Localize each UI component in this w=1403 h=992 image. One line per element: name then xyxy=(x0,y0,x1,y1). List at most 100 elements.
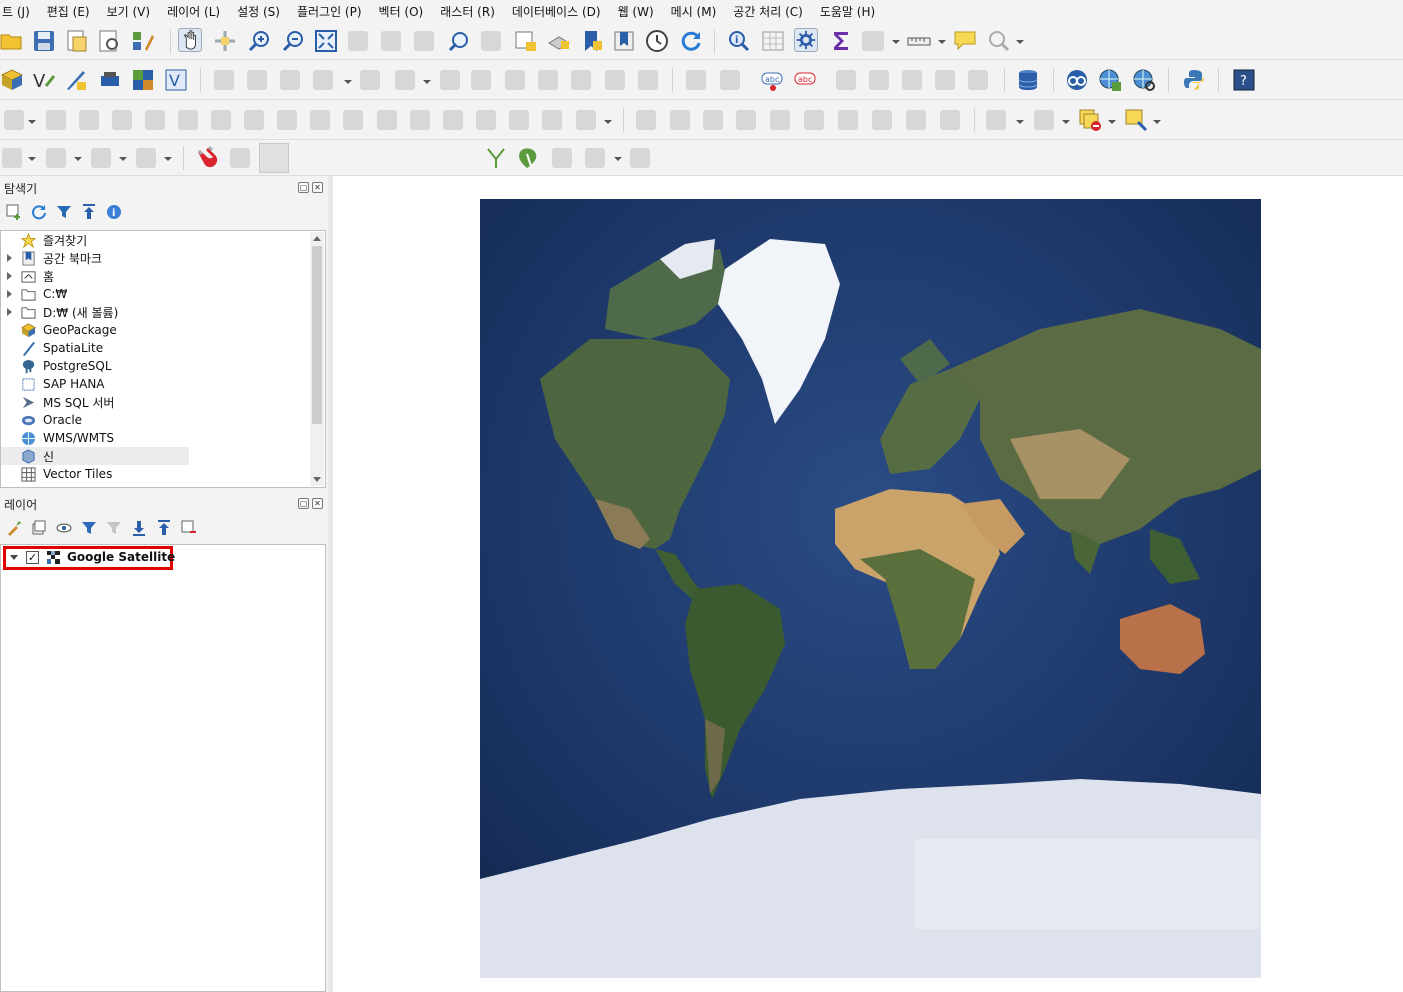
browser-item-spatial-bookmarks[interactable]: 공간 북마크 xyxy=(1,249,311,267)
show-hide-labels-icon[interactable] xyxy=(836,70,856,90)
highlight-pinned-labels-icon[interactable]: abc xyxy=(760,68,784,92)
topological-editing-icon[interactable] xyxy=(484,146,508,170)
data-source-manager-icon[interactable] xyxy=(0,68,24,92)
menu-processing[interactable]: 공간 처리 (C) xyxy=(733,3,803,20)
dropdown-arrow-icon[interactable] xyxy=(938,40,946,44)
dropdown-arrow-icon[interactable] xyxy=(74,157,82,161)
dropdown-arrow-icon[interactable] xyxy=(1016,120,1024,124)
menu-project[interactable]: 트 (J) xyxy=(2,3,30,20)
histogram-stretch-icon[interactable] xyxy=(670,110,690,130)
dropdown-arrow-icon[interactable] xyxy=(28,157,36,161)
toggle-editing-icon[interactable] xyxy=(214,70,234,90)
menu-layer[interactable]: 레이어 (L) xyxy=(167,3,220,20)
add-line-feature-icon[interactable] xyxy=(313,70,333,90)
help-contents-icon[interactable]: ? xyxy=(1232,68,1256,92)
browser-item-mssql[interactable]: MS SQL 서버 xyxy=(1,393,311,411)
browser-item-sap-hana[interactable]: SAP HANA xyxy=(1,375,311,393)
expand-arrow-icon[interactable] xyxy=(7,254,12,262)
refresh-browser-icon[interactable] xyxy=(31,204,47,220)
dropdown-arrow-icon[interactable] xyxy=(423,80,431,84)
zoom-full-icon[interactable] xyxy=(314,29,338,53)
menu-vector[interactable]: 벡터 (O) xyxy=(379,3,424,20)
undo-icon[interactable] xyxy=(605,70,625,90)
new-spatialite-layer-icon[interactable] xyxy=(64,68,88,92)
close-panel-icon[interactable]: ✕ xyxy=(312,498,323,509)
deselect-features-icon[interactable] xyxy=(1078,108,1102,132)
python-console-icon[interactable] xyxy=(1182,68,1206,92)
close-panel-icon[interactable]: ✕ xyxy=(312,182,323,193)
browser-item-d-drive[interactable]: D:₩ (새 볼륨) xyxy=(1,303,311,321)
browser-item-spatialite[interactable]: SpatiaLite xyxy=(1,339,311,357)
open-layer-styling-icon[interactable] xyxy=(6,520,22,536)
collapse-arrow-icon[interactable] xyxy=(10,555,18,560)
new-3d-map-view-icon[interactable] xyxy=(547,29,571,53)
map-canvas[interactable] xyxy=(333,176,1403,992)
style-manager-icon[interactable] xyxy=(131,29,155,53)
menu-edit[interactable]: 편집 (E) xyxy=(47,3,90,20)
dropdown-arrow-icon[interactable] xyxy=(1062,120,1070,124)
zoom-to-selection-icon[interactable] xyxy=(348,31,368,51)
layer-item-google-satellite[interactable]: ✓ Google Satellite xyxy=(3,546,175,570)
delete-selected-icon[interactable] xyxy=(471,70,491,90)
browser-item-favorites[interactable]: 즐겨찾기 xyxy=(1,231,311,249)
scroll-up-icon[interactable] xyxy=(313,236,321,241)
expand-arrow-icon[interactable] xyxy=(7,290,12,298)
db-manager-icon[interactable] xyxy=(1016,68,1040,92)
manage-map-themes-icon[interactable] xyxy=(56,520,72,536)
zoom-in-icon[interactable] xyxy=(247,29,271,53)
tracing-icon[interactable] xyxy=(585,148,605,168)
add-ellipse-icon[interactable] xyxy=(46,148,66,168)
expand-all-icon[interactable] xyxy=(131,520,147,536)
save-layer-edits-icon[interactable] xyxy=(280,70,300,90)
add-vector-layer-icon[interactable]: V xyxy=(164,68,188,92)
show-spatial-bookmarks-icon[interactable] xyxy=(612,29,636,53)
decrease-contrast-icon[interactable] xyxy=(872,110,892,130)
properties-info-icon[interactable]: i xyxy=(106,204,122,220)
select-by-value-icon[interactable] xyxy=(906,110,926,130)
filter-browser-icon[interactable] xyxy=(56,204,72,220)
move-label-icon[interactable] xyxy=(869,70,889,90)
menu-view[interactable]: 보기 (V) xyxy=(107,3,150,20)
cumulative-cut-icon[interactable] xyxy=(736,110,756,130)
dropdown-arrow-icon[interactable] xyxy=(28,120,36,124)
menu-raster[interactable]: 래스터 (R) xyxy=(440,3,495,20)
redo-icon[interactable] xyxy=(638,70,658,90)
edit-attribute-table-icon[interactable] xyxy=(440,70,460,90)
add-group-icon[interactable] xyxy=(31,520,47,536)
delete-ring-icon[interactable] xyxy=(244,110,264,130)
browser-item-xyz-tiles[interactable]: 신 xyxy=(1,447,189,465)
browser-item-c-drive[interactable]: C:₩ xyxy=(1,285,311,303)
add-wms-layer-icon[interactable] xyxy=(1098,68,1122,92)
decrease-brightness-icon[interactable] xyxy=(804,110,824,130)
merge-attributes-icon[interactable] xyxy=(542,110,562,130)
menu-mesh[interactable]: 메시 (M) xyxy=(671,3,717,20)
statistical-summary-icon[interactable] xyxy=(829,29,853,53)
delete-part-icon[interactable] xyxy=(277,110,297,130)
snap-to-layer-icon[interactable] xyxy=(259,143,289,173)
browser-item-home[interactable]: 홈 xyxy=(1,267,311,285)
merge-features-icon[interactable] xyxy=(509,110,529,130)
scale-feature-icon[interactable] xyxy=(79,110,99,130)
open-attribute-table-icon[interactable] xyxy=(761,29,785,53)
refresh-icon[interactable] xyxy=(679,29,703,53)
measure-line-icon[interactable] xyxy=(907,29,931,53)
snapping-intersection-icon[interactable] xyxy=(517,146,541,170)
add-raster-layer-icon[interactable] xyxy=(131,68,155,92)
self-snapping-icon[interactable] xyxy=(552,148,572,168)
remove-layer-icon[interactable] xyxy=(181,520,197,536)
open-field-calculator-icon[interactable] xyxy=(862,31,884,51)
split-parts-icon[interactable] xyxy=(476,110,496,130)
rotate-point-symbols-icon[interactable] xyxy=(576,110,596,130)
browser-item-postgresql[interactable]: PostgreSQL xyxy=(1,357,311,375)
rotate-feature-icon[interactable] xyxy=(46,110,66,130)
menu-plugins[interactable]: 플러그인 (P) xyxy=(297,3,362,20)
new-print-layout-icon[interactable] xyxy=(64,29,88,53)
browser-item-oracle[interactable]: Oracle xyxy=(1,411,311,429)
browser-scrollbar[interactable] xyxy=(310,232,324,486)
copy-features-icon[interactable] xyxy=(538,70,558,90)
zoom-last-icon[interactable] xyxy=(447,29,471,53)
new-map-view-icon[interactable] xyxy=(514,29,538,53)
paste-features-icon[interactable] xyxy=(571,70,591,90)
new-virtual-layer-icon[interactable] xyxy=(98,68,122,92)
select-features-icon[interactable] xyxy=(986,110,1006,130)
